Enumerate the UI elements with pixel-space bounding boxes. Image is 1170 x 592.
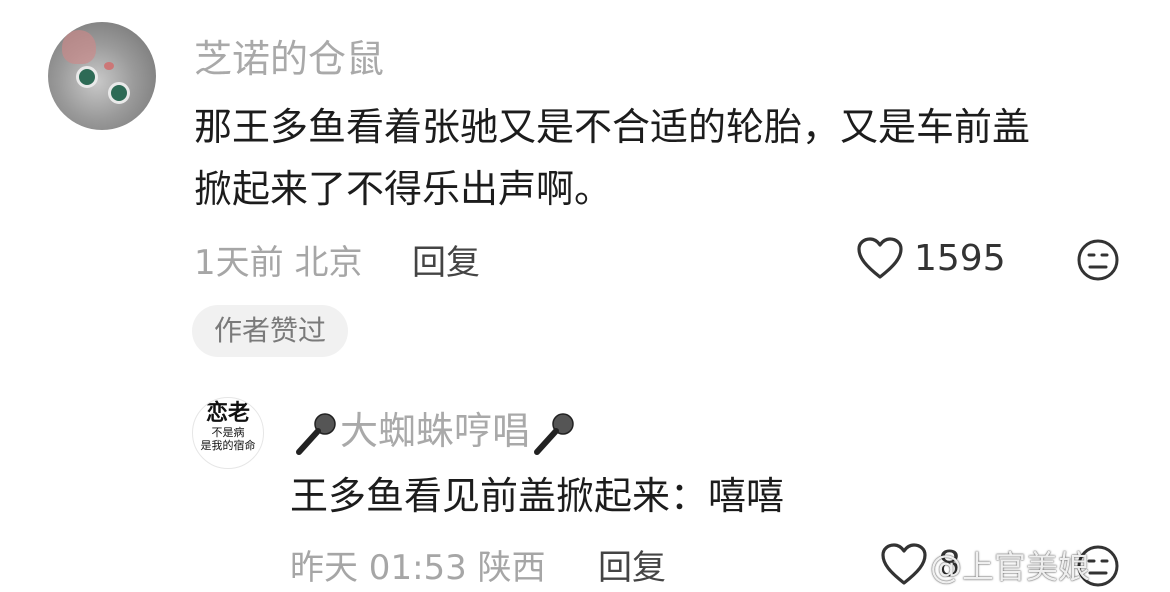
like-count: 1595 <box>914 237 1006 279</box>
reply-button[interactable]: 回复 <box>598 540 666 589</box>
like-button[interactable]: 1595 <box>856 236 1006 280</box>
reply-time-location: 昨天 01:53 陕西 <box>290 548 546 588</box>
dislike-face-icon[interactable] <box>1076 238 1120 282</box>
comment-text-line: 那王多鱼看着张驰又是不合适的轮胎，又是车前盖 <box>194 105 1031 149</box>
heart-icon <box>881 543 927 585</box>
replier-username: 大蜘蛛哼唱 <box>340 409 531 453</box>
comment-thread: 芝诺的仓鼠 那王多鱼看着张驰又是不合适的轮胎，又是车前盖 掀起来了不得乐出声啊。… <box>0 0 1170 592</box>
watermark: @上官美娘 <box>930 548 1091 586</box>
replier-username-row[interactable]: 大蜘蛛哼唱 <box>292 400 578 458</box>
heart-icon <box>857 237 903 279</box>
cat-ear <box>62 30 96 64</box>
microphone-icon <box>534 412 574 455</box>
cat-eye <box>76 66 98 88</box>
reply-text: 王多鱼看见前盖掀起来：嘻嘻 <box>290 474 785 518</box>
avatar-text: 恋老 <box>205 401 250 426</box>
author-liked-badge: 作者赞过 <box>192 305 348 357</box>
comment-text-line: 掀起来了不得乐出声啊。 <box>194 167 613 211</box>
cat-nose <box>104 62 114 70</box>
reply-button[interactable]: 回复 <box>412 235 480 284</box>
commenter-avatar[interactable] <box>48 22 156 130</box>
commenter-username[interactable]: 芝诺的仓鼠 <box>194 28 384 83</box>
replier-avatar[interactable]: 恋老 不是病 是我的宿命 <box>192 397 264 469</box>
cat-eye <box>108 82 130 104</box>
avatar-text: 是我的宿命 <box>200 439 256 452</box>
comment-text: 那王多鱼看着张驰又是不合适的轮胎，又是车前盖 掀起来了不得乐出声啊。 <box>194 96 1030 220</box>
avatar-text: 不是病 <box>211 426 245 439</box>
microphone-icon <box>296 412 336 455</box>
comment-time-location: 1天前 北京 <box>194 243 363 283</box>
